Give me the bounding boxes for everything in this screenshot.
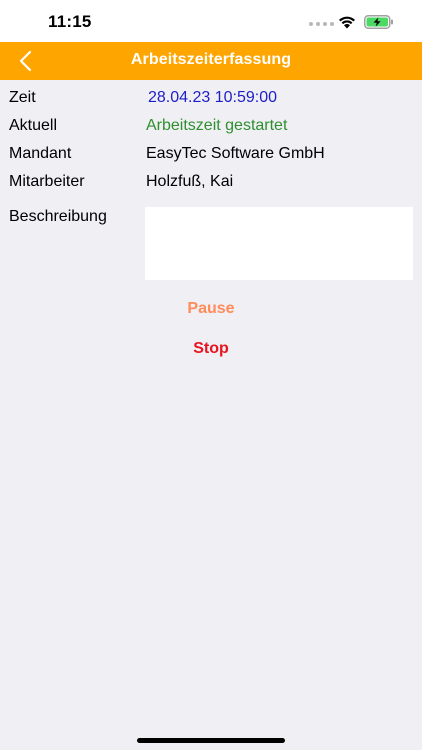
employee-row: Mitarbeiter Holzfuß, Kai xyxy=(9,173,413,195)
client-row: Mandant EasyTec Software GmbH xyxy=(9,145,413,167)
cellular-signal-icon xyxy=(309,22,334,26)
time-label: Zeit xyxy=(9,89,36,106)
client-label: Mandant xyxy=(9,145,72,162)
description-label: Beschreibung xyxy=(9,208,107,225)
battery-charging-icon xyxy=(364,15,393,29)
page-title: Arbeitszeiterfassung xyxy=(130,51,292,68)
status-value: Arbeitszeit gestartet xyxy=(146,117,288,134)
wifi-icon xyxy=(339,16,355,29)
time-row: Zeit 28.04.23 10:59:00 xyxy=(9,89,413,111)
stop-button[interactable]: Stop xyxy=(111,336,311,362)
employee-value: Holzfuß, Kai xyxy=(146,173,234,190)
app-screen: 11:15 Arbeitszeiterfassung Zeit 28.04.23… xyxy=(0,0,422,750)
pause-button[interactable]: Pause xyxy=(111,296,311,322)
description-input[interactable] xyxy=(145,207,413,280)
employee-label: Mitarbeiter xyxy=(9,173,85,190)
client-value: EasyTec Software GmbH xyxy=(146,145,325,162)
time-value: 28.04.23 10:59:00 xyxy=(148,89,278,106)
home-indicator xyxy=(137,738,285,743)
status-time: 11:15 xyxy=(48,12,92,31)
status-bar: 11:15 xyxy=(0,0,422,42)
status-row: Aktuell Arbeitszeit gestartet xyxy=(9,117,413,139)
status-label: Aktuell xyxy=(9,117,58,134)
navigation-bar: Arbeitszeiterfassung xyxy=(0,42,422,80)
